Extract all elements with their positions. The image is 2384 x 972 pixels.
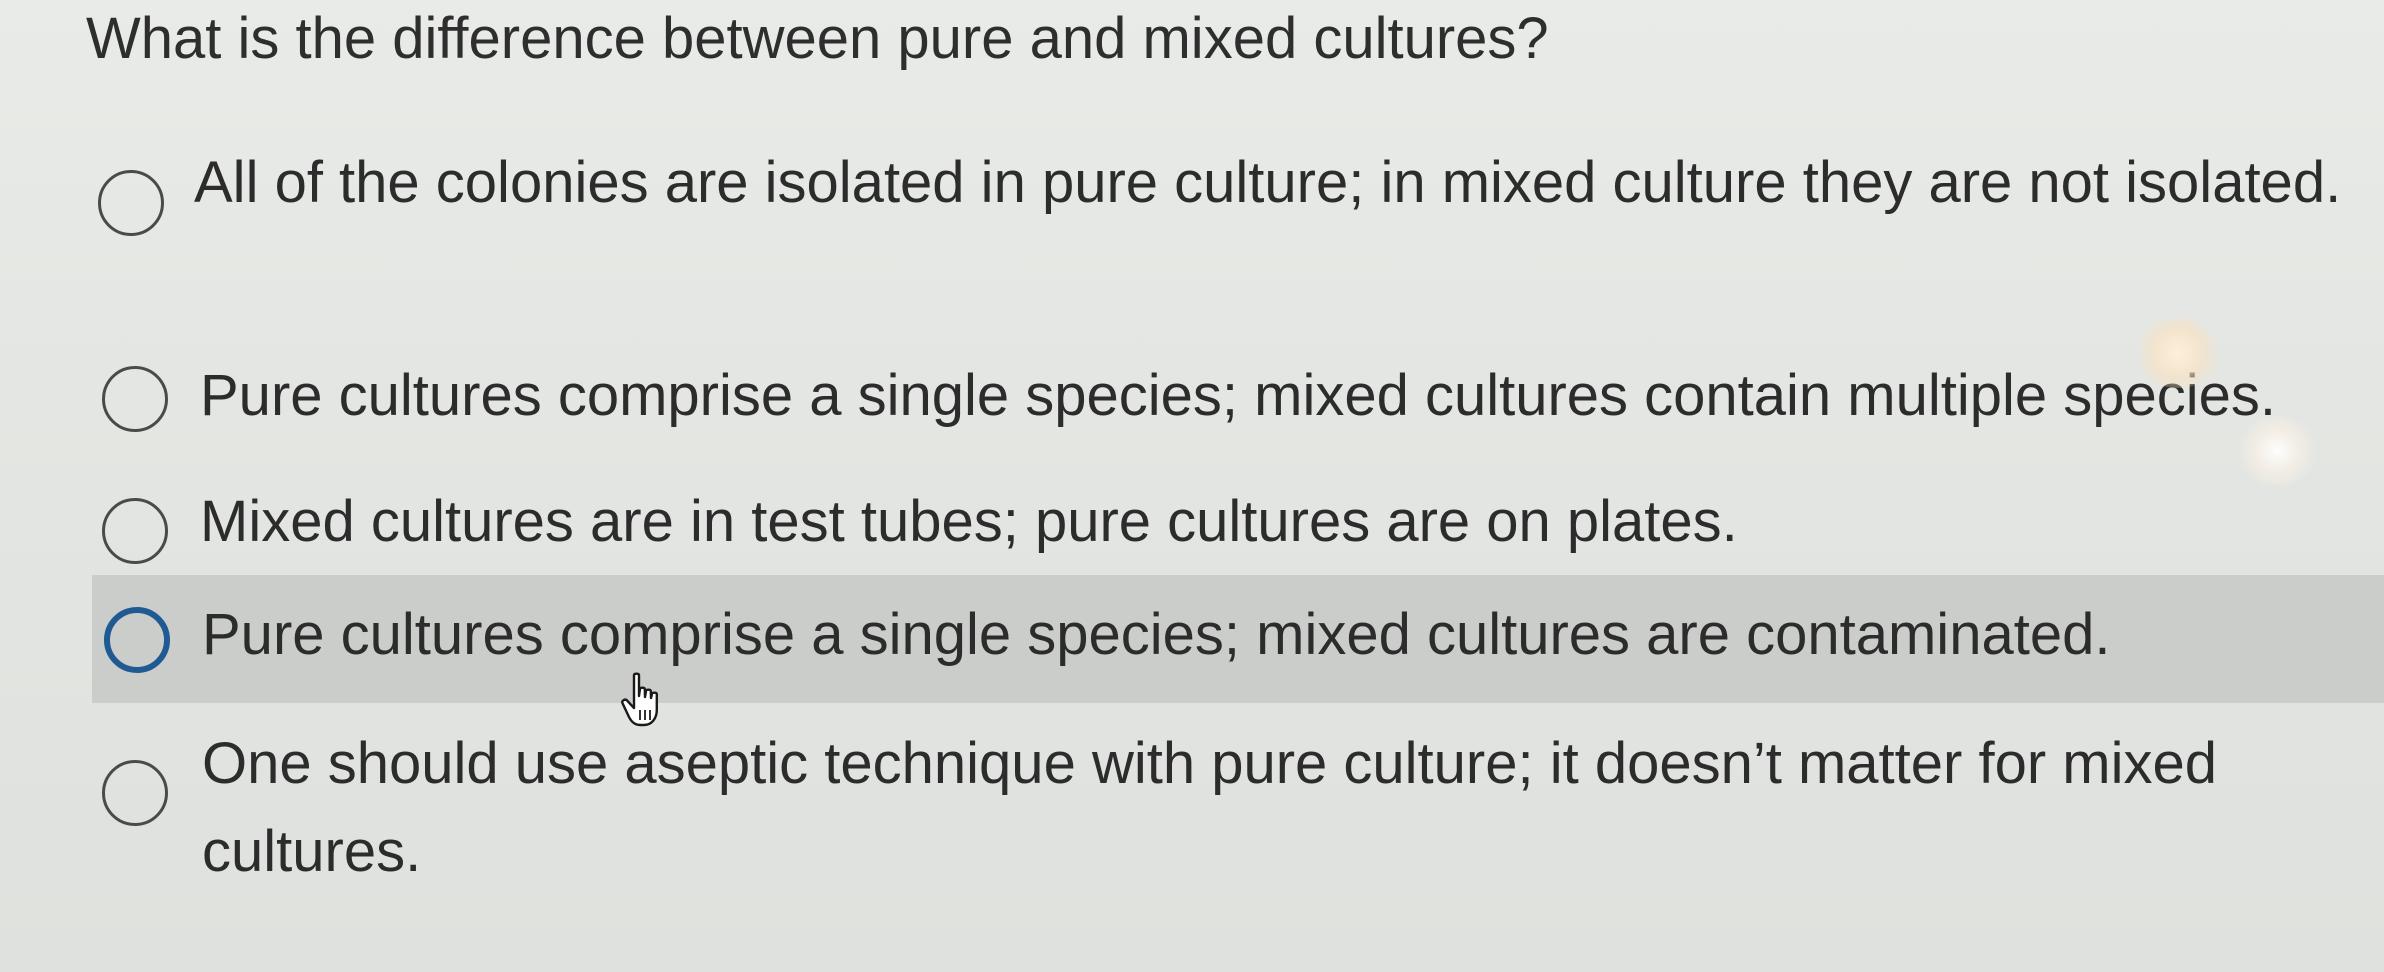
- radio-empty-icon[interactable]: [104, 607, 170, 673]
- answer-option-5[interactable]: One should use aseptic technique with pu…: [90, 720, 2384, 900]
- answer-option-2-label[interactable]: Pure cultures comprise a single species;…: [200, 352, 2276, 440]
- answer-option-3[interactable]: Mixed cultures are in test tubes; pure c…: [90, 484, 2384, 576]
- radio-empty-icon[interactable]: [102, 498, 168, 564]
- hand-pointer-icon: [621, 672, 658, 727]
- answer-option-1-label[interactable]: All of the colonies are isolated in pure…: [194, 139, 2374, 227]
- answer-option-4-label[interactable]: Pure cultures comprise a single species;…: [202, 591, 2110, 679]
- answer-option-2[interactable]: Pure cultures comprise a single species;…: [90, 352, 2384, 448]
- answer-option-1[interactable]: All of the colonies are isolated in pure…: [90, 136, 2384, 316]
- quiz-question-panel: What is the difference between pure and …: [0, 0, 2384, 972]
- radio-empty-icon[interactable]: [102, 760, 168, 826]
- answer-option-3-label[interactable]: Mixed cultures are in test tubes; pure c…: [200, 478, 1738, 566]
- answer-option-4[interactable]: Pure cultures comprise a single species;…: [92, 575, 2384, 703]
- radio-empty-icon[interactable]: [98, 170, 164, 236]
- radio-empty-icon[interactable]: [102, 366, 168, 432]
- question-text: What is the difference between pure and …: [86, 6, 1549, 71]
- answer-option-5-label[interactable]: One should use aseptic technique with pu…: [202, 720, 2382, 896]
